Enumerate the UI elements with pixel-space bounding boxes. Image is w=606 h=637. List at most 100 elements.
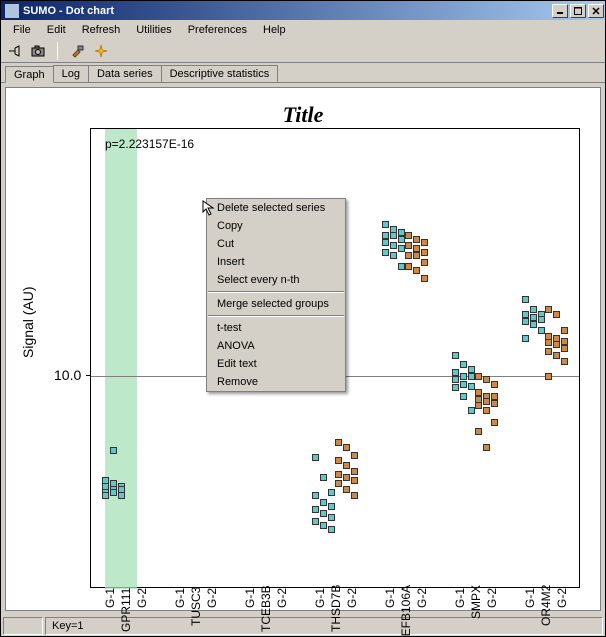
data-point[interactable] <box>561 338 568 345</box>
menu-edit[interactable]: Edit <box>39 22 74 38</box>
data-point[interactable] <box>460 361 467 368</box>
data-point[interactable] <box>405 252 412 259</box>
data-point[interactable] <box>413 267 420 274</box>
context-menu-item[interactable]: Select every n-th <box>207 271 345 289</box>
data-point[interactable] <box>335 439 342 446</box>
tab-graph[interactable]: Graph <box>5 66 54 83</box>
data-point[interactable] <box>351 452 358 459</box>
data-point[interactable] <box>320 499 327 506</box>
data-point[interactable] <box>405 242 412 249</box>
data-point[interactable] <box>561 358 568 365</box>
data-point[interactable] <box>491 400 498 407</box>
data-point[interactable] <box>460 373 467 380</box>
data-point[interactable] <box>328 514 335 521</box>
data-point[interactable] <box>561 345 568 352</box>
menu-file[interactable]: File <box>5 22 39 38</box>
data-point[interactable] <box>312 454 319 461</box>
data-point[interactable] <box>320 522 327 529</box>
data-point[interactable] <box>452 352 459 359</box>
data-point[interactable] <box>312 518 319 525</box>
data-point[interactable] <box>382 239 389 246</box>
data-point[interactable] <box>328 503 335 510</box>
context-menu-item[interactable]: Insert <box>207 253 345 271</box>
data-point[interactable] <box>421 275 428 282</box>
data-point[interactable] <box>452 384 459 391</box>
menu-utilities[interactable]: Utilities <box>128 22 179 38</box>
data-point[interactable] <box>468 366 475 373</box>
data-point[interactable] <box>491 381 498 388</box>
context-menu-item[interactable]: Copy <box>207 217 345 235</box>
data-point[interactable] <box>328 526 335 533</box>
data-point[interactable] <box>491 419 498 426</box>
data-point[interactable] <box>390 252 397 259</box>
data-point[interactable] <box>335 471 342 478</box>
menu-preferences[interactable]: Preferences <box>180 22 255 38</box>
data-point[interactable] <box>413 236 420 243</box>
context-menu-item[interactable]: t-test <box>207 319 345 337</box>
data-point[interactable] <box>351 492 358 499</box>
data-point[interactable] <box>405 263 412 270</box>
data-point[interactable] <box>421 239 428 246</box>
context-menu-item[interactable]: ANOVA <box>207 337 345 355</box>
menu-help[interactable]: Help <box>255 22 294 38</box>
data-point[interactable] <box>110 489 117 496</box>
data-point[interactable] <box>335 457 342 464</box>
data-point[interactable] <box>421 249 428 256</box>
data-point[interactable] <box>553 311 560 318</box>
data-point[interactable] <box>530 321 537 328</box>
data-point[interactable] <box>483 407 490 414</box>
maximize-button[interactable] <box>570 4 586 18</box>
data-point[interactable] <box>460 381 467 388</box>
context-menu-item[interactable]: Delete selected series <box>207 199 345 217</box>
camera-button[interactable] <box>29 42 47 60</box>
data-point[interactable] <box>491 393 498 400</box>
data-point[interactable] <box>110 447 117 454</box>
hammer-button[interactable] <box>68 42 86 60</box>
data-point[interactable] <box>413 252 420 259</box>
minimize-button[interactable] <box>552 4 568 18</box>
data-point[interactable] <box>343 486 350 493</box>
data-point[interactable] <box>390 242 397 249</box>
data-point[interactable] <box>452 369 459 376</box>
data-point[interactable] <box>328 489 335 496</box>
data-point[interactable] <box>351 477 358 484</box>
data-point[interactable] <box>460 393 467 400</box>
data-point[interactable] <box>320 510 327 517</box>
tab-descriptive-statistics[interactable]: Descriptive statistics <box>161 65 279 82</box>
data-point[interactable] <box>390 232 397 239</box>
data-point[interactable] <box>118 492 125 499</box>
data-point[interactable] <box>475 428 482 435</box>
data-point[interactable] <box>522 335 529 342</box>
data-point[interactable] <box>312 506 319 513</box>
data-point[interactable] <box>545 339 552 346</box>
context-menu-item[interactable]: Merge selected groups <box>207 295 345 313</box>
context-menu-item[interactable]: Cut <box>207 235 345 253</box>
data-point[interactable] <box>475 389 482 396</box>
data-point[interactable] <box>382 221 389 228</box>
data-point[interactable] <box>382 249 389 256</box>
data-point[interactable] <box>553 341 560 348</box>
data-point[interactable] <box>320 474 327 481</box>
titlebar[interactable]: SUMO - Dot chart <box>1 1 605 20</box>
data-point[interactable] <box>545 306 552 313</box>
tab-log[interactable]: Log <box>53 65 89 82</box>
data-point[interactable] <box>102 492 109 499</box>
data-point[interactable] <box>545 373 552 380</box>
context-menu-item[interactable]: Remove <box>207 373 345 391</box>
data-point[interactable] <box>351 468 358 475</box>
data-point[interactable] <box>553 352 560 359</box>
data-point[interactable] <box>343 462 350 469</box>
data-point[interactable] <box>343 444 350 451</box>
data-point[interactable] <box>530 306 537 313</box>
data-point[interactable] <box>483 398 490 405</box>
data-point[interactable] <box>452 376 459 383</box>
menu-refresh[interactable]: Refresh <box>74 22 129 38</box>
data-point[interactable] <box>475 402 482 409</box>
data-point[interactable] <box>405 232 412 239</box>
data-point[interactable] <box>545 348 552 355</box>
sparkle-button[interactable] <box>92 42 110 60</box>
data-point[interactable] <box>312 492 319 499</box>
data-point[interactable] <box>335 480 342 487</box>
pin-button[interactable] <box>5 42 23 60</box>
context-menu-item[interactable]: Edit text <box>207 355 345 373</box>
